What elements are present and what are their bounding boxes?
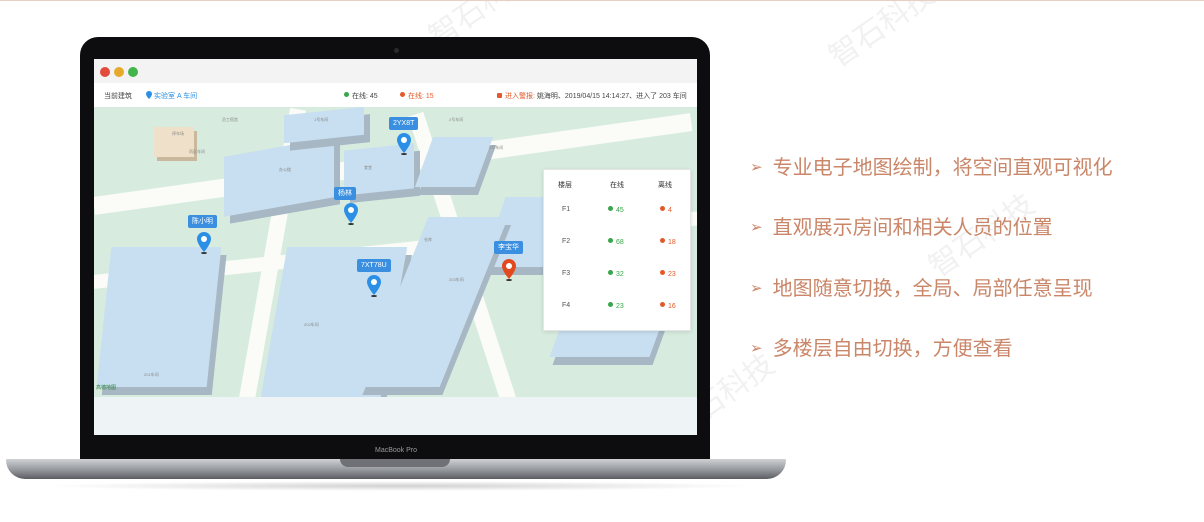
offline-dot-icon [660,206,665,211]
feature-text: 多楼层自由切换，方便查看 [772,336,1013,360]
floor-stats-panel: 楼层 在线 离线 F1 45 4 F2 68 18 F3 32 23 F4 23… [543,169,691,331]
alert-pin-icon[interactable] [502,259,516,281]
location-pin-icon[interactable] [367,275,381,297]
map-building [224,137,334,217]
status-bar: 当前建筑 实验室 A 车间 在线: 45 在线: 15 进入警报: 姚海明、20… [94,83,697,107]
alert-message: 进入警报: 姚海明、2019/04/15 14:14:27、进入了 203 车间 [496,91,687,101]
location-pin-icon[interactable] [344,203,358,225]
offline-value: 4 [660,206,672,214]
close-button[interactable] [100,67,110,77]
offline-dot-icon [660,238,665,243]
map-label: 办公楼 [279,167,291,172]
online-value: 45 [608,206,624,214]
online-count: 在线: 45 [344,91,378,101]
person-pin-label[interactable]: 陈小明 [188,215,217,228]
arrow-icon: ➢ [750,339,763,357]
floor-row[interactable]: F1 45 4 [544,206,692,236]
person-pin-label[interactable]: 杨林 [334,187,356,200]
map-label: 3号车间 [489,145,504,150]
offline-dot-icon [660,302,665,307]
map-label: 停车场 [172,131,184,136]
location-text: 实验室 A 车间 [154,93,198,100]
map-label: 仓库 [424,237,432,242]
map-label: 2号车间 [449,117,464,122]
app-screen: 当前建筑 实验室 A 车间 在线: 45 在线: 15 进入警报: 姚海明、20… [94,59,697,435]
map-label: 丙区车间 [189,149,205,154]
feature-item: ➢ 专业电子地图绘制，将空间直观可视化 [750,151,1113,180]
map-label: 员工宿舍 [222,117,238,122]
person-pin-label[interactable]: 李宝华 [494,241,523,254]
floor-name: F4 [562,302,571,309]
floor-row[interactable]: F2 68 18 [544,238,692,268]
offline-count: 在线: 15 [400,91,434,101]
map-label: 食堂 [364,165,372,170]
screen-footer [94,397,697,435]
offline-value: 16 [660,302,676,310]
feature-text: 地图随意切换，全局、局部任意呈现 [772,276,1093,300]
map-label: 201车间 [144,372,159,377]
person-pin-label[interactable]: 2YX8T [389,117,419,130]
location-pin-icon[interactable] [397,133,411,155]
online-value: 68 [608,238,624,246]
online-dot-icon [608,270,613,275]
online-dot-icon [344,92,349,97]
watermark: 智石科技 [822,0,942,75]
laptop-shadow [40,481,760,491]
feature-item: ➢ 多楼层自由切换，方便查看 [750,332,1013,361]
arrow-icon: ➢ [750,279,763,297]
column-header-offline: 离线 [658,182,672,189]
map-label: 202车间 [304,322,319,327]
location-pin-icon [146,91,152,99]
map-view[interactable]: 员工宿舍 1号车间 2号车间 3号车间 丙区车间 办公楼 食堂 202车间 20… [94,107,697,397]
offline-value: 18 [660,238,676,246]
floor-row[interactable]: F3 32 23 [544,270,692,300]
maximize-button[interactable] [128,67,138,77]
online-dot-icon [608,238,613,243]
online-value: 32 [608,270,624,278]
feature-text: 专业电子地图绘制，将空间直观可视化 [772,155,1113,179]
window-titlebar [94,59,697,83]
map-provider-logo: 高德地图 [96,385,117,391]
location-selector[interactable]: 实验室 A 车间 [146,91,197,101]
laptop-notch [340,459,450,467]
arrow-icon: ➢ [750,158,763,176]
map-label: 1号车间 [314,117,329,122]
online-dot-icon [608,302,613,307]
alarm-icon [497,93,502,98]
location-pin-icon[interactable] [197,232,211,254]
floor-row[interactable]: F4 23 16 [544,302,692,332]
feature-item: ➢ 地图随意切换，全局、局部任意呈现 [750,272,1093,301]
column-header-online: 在线 [610,182,624,189]
offline-dot-icon [660,270,665,275]
online-dot-icon [608,206,613,211]
feature-item: ➢ 直观展示房间和相关人员的位置 [750,211,1053,240]
map-building [96,247,222,387]
floor-name: F3 [562,270,571,277]
person-pin-label[interactable]: 7XT78U [357,259,391,272]
arrow-icon: ➢ [750,218,763,236]
building-label: 当前建筑 [104,93,132,100]
offline-dot-icon [400,92,405,97]
column-header-floor: 楼层 [558,182,572,189]
floor-name: F1 [562,206,571,213]
camera-icon [394,48,399,53]
laptop-model-label: MacBook Pro [374,447,418,454]
offline-value: 23 [660,270,676,278]
feature-text: 直观展示房间和相关人员的位置 [772,215,1053,239]
map-label: 203车间 [449,277,464,282]
minimize-button[interactable] [114,67,124,77]
floor-name: F2 [562,238,571,245]
online-value: 23 [608,302,624,310]
slide: 智石科技 智石科技 智石科技 智石科技 智石科技 智石科技 智石科技 MacBo… [0,0,1204,522]
